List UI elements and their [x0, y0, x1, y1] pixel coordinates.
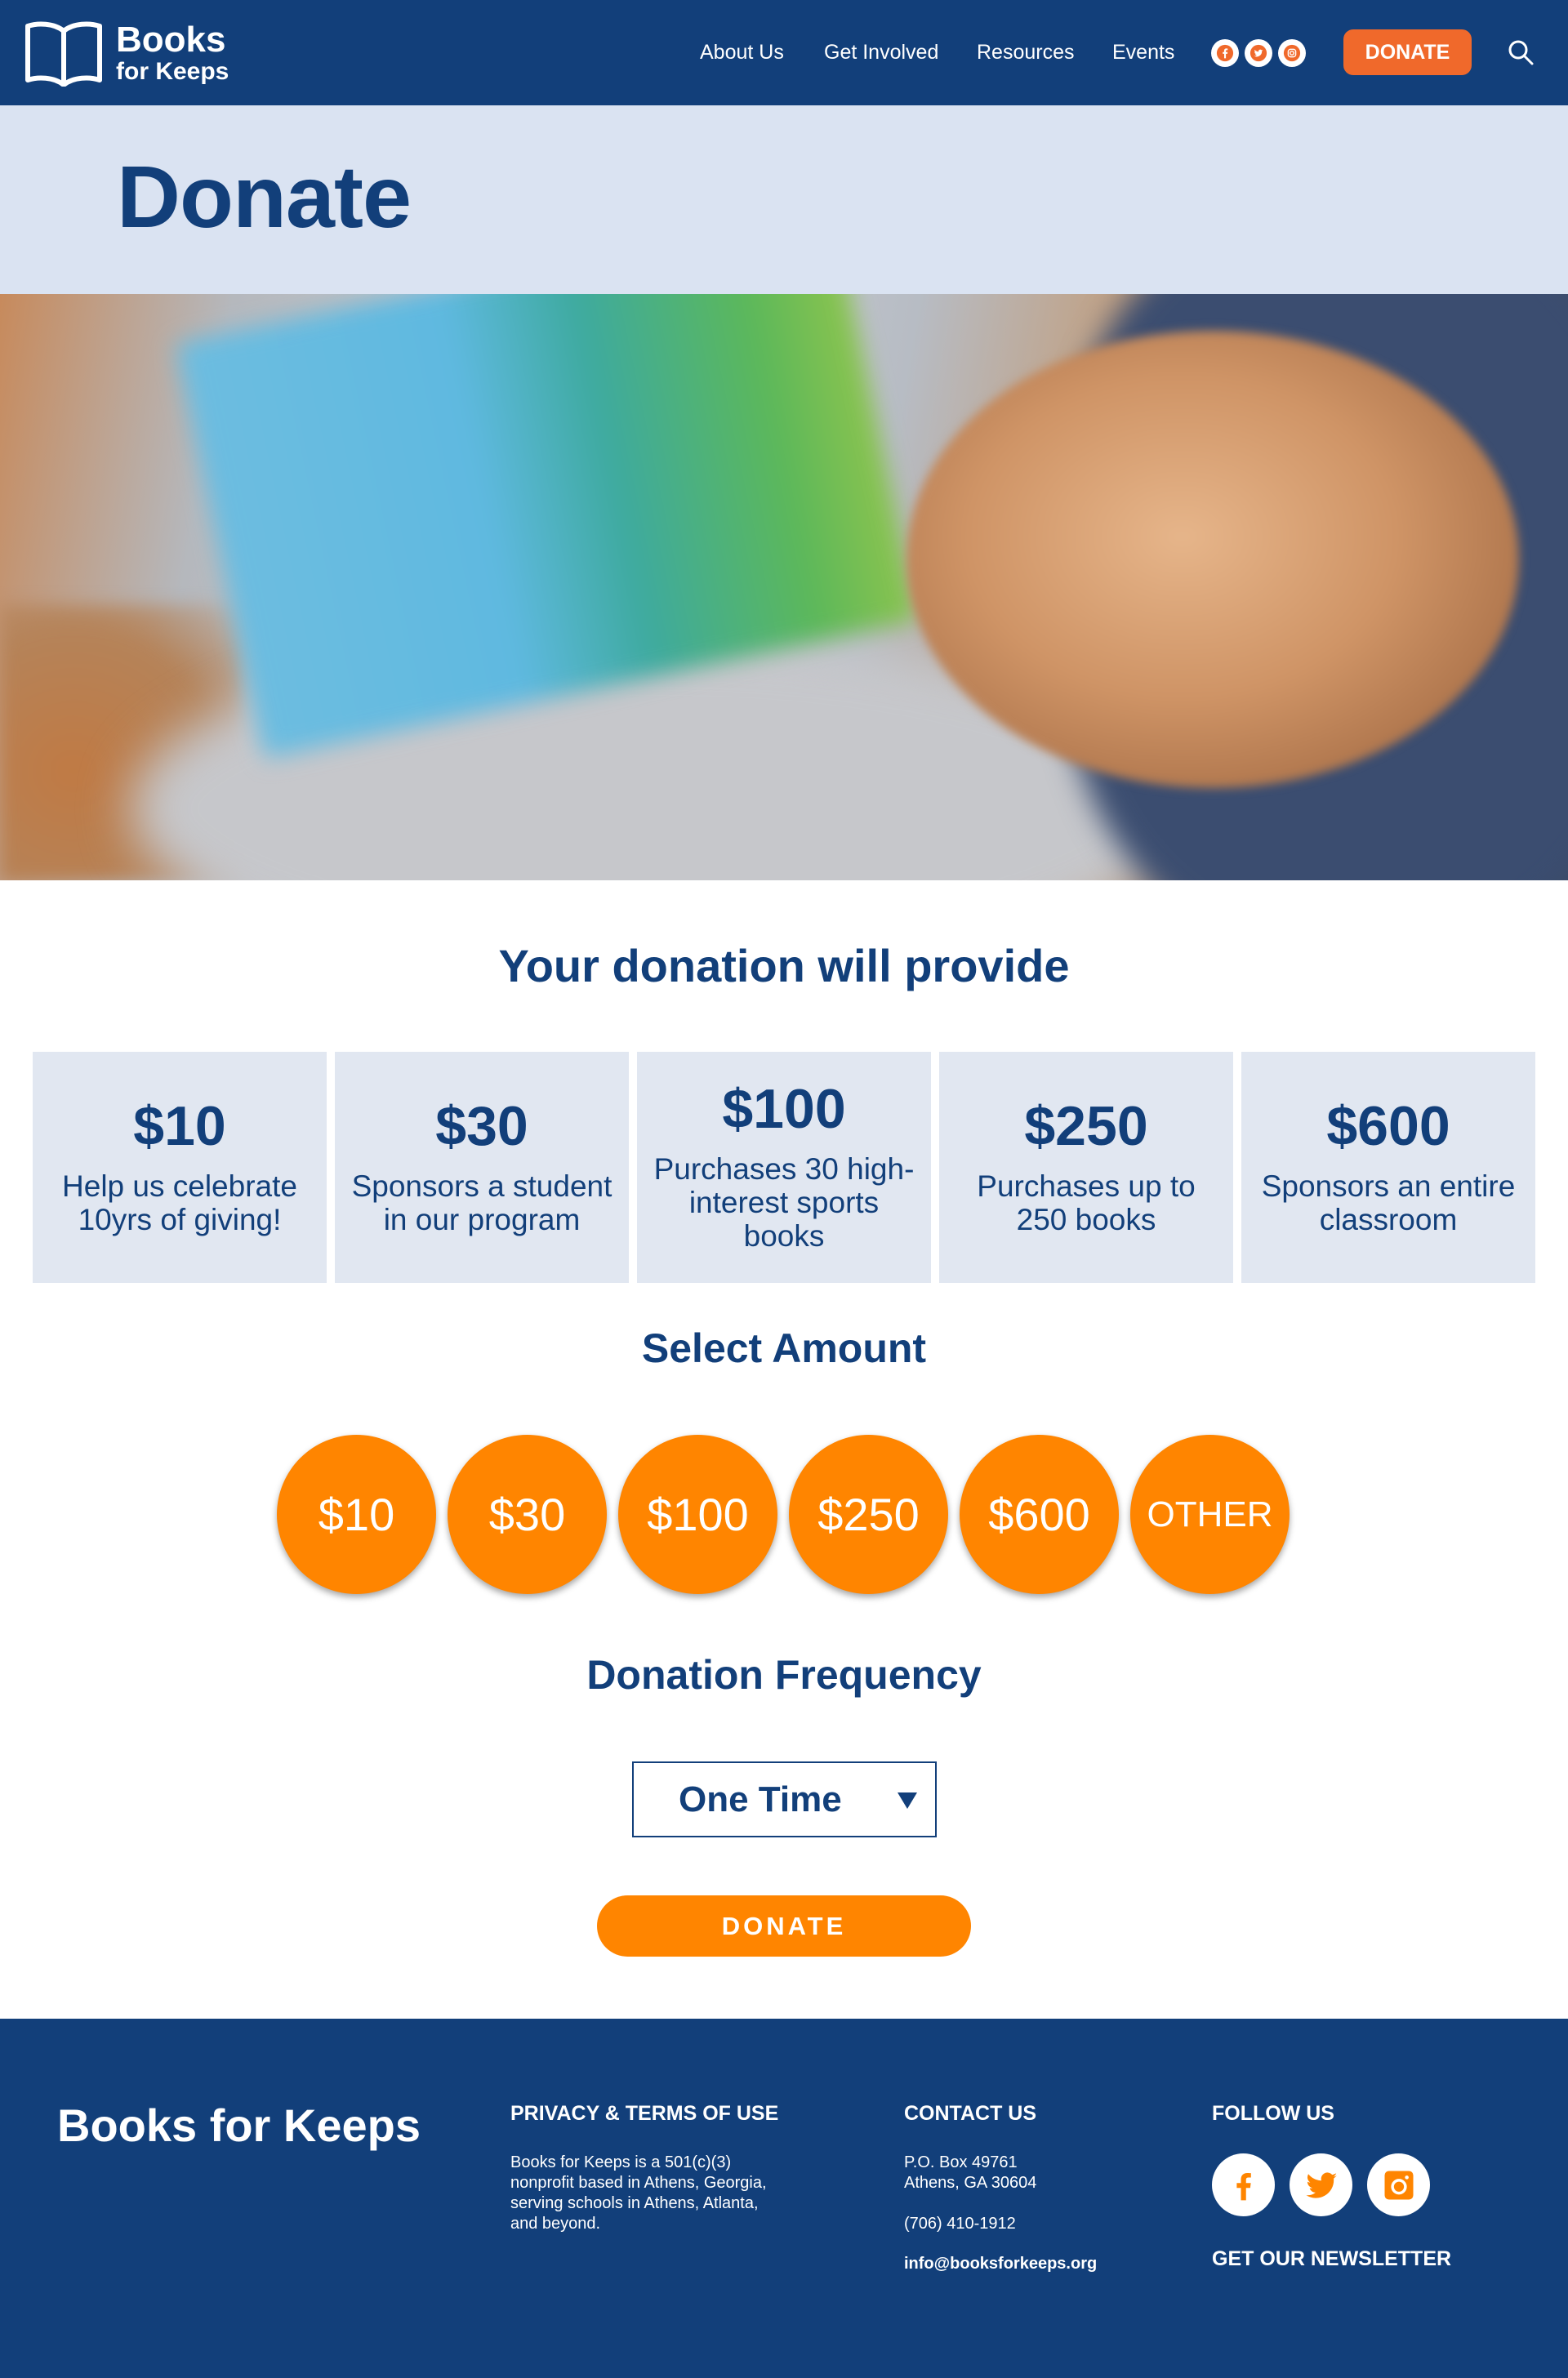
- nav-about-us[interactable]: About Us: [700, 41, 784, 65]
- footer-privacy-heading[interactable]: PRIVACY & TERMS OF USE: [510, 2102, 778, 2126]
- nav-resources[interactable]: Resources: [977, 41, 1075, 65]
- hero-child-head: [906, 331, 1519, 788]
- facebook-icon[interactable]: [1212, 2153, 1275, 2216]
- twitter-icon[interactable]: [1290, 2153, 1352, 2216]
- impact-description: Purchases 30 high-interest sports books: [653, 1152, 915, 1253]
- amount-option-600[interactable]: $600: [960, 1435, 1119, 1594]
- logo-line-2: for Keeps: [116, 58, 229, 85]
- footer-about-line: nonprofit based in Athens, Georgia,: [510, 2174, 767, 2192]
- footer-about-line: Books for Keeps is a 501(c)(3): [510, 2153, 732, 2171]
- impact-description: Sponsors a student in our program: [351, 1169, 612, 1236]
- nav-events[interactable]: Events: [1112, 41, 1174, 65]
- impact-amount: $100: [722, 1078, 846, 1141]
- footer-newsletter-link[interactable]: GET OUR NEWSLETTER: [1212, 2247, 1451, 2271]
- instagram-icon[interactable]: [1367, 2153, 1430, 2216]
- impact-description: Sponsors an entire classroom: [1261, 1169, 1516, 1236]
- footer-social-links: [1212, 2153, 1430, 2216]
- frequency-select[interactable]: One Time: [632, 1761, 937, 1837]
- footer-brand[interactable]: Books for Keeps: [57, 2099, 421, 2152]
- impact-card: $600 Sponsors an entire classroom: [1241, 1052, 1535, 1283]
- impact-card: $250 Purchases up to 250 books: [939, 1052, 1233, 1283]
- impact-amount: $10: [133, 1094, 226, 1157]
- amount-option-250[interactable]: $250: [789, 1435, 948, 1594]
- logo-text: Books for Keeps: [116, 22, 229, 84]
- amount-option-100[interactable]: $100: [618, 1435, 777, 1594]
- logo-line-1: Books: [116, 20, 226, 60]
- footer-email[interactable]: info@booksforkeeps.org: [904, 2254, 1097, 2274]
- footer-phone[interactable]: (706) 410-1912: [904, 2214, 1016, 2234]
- hero-image-child-reading: [0, 294, 1568, 880]
- site-logo[interactable]: Books for Keeps: [23, 20, 229, 87]
- header-donate-button[interactable]: DONATE: [1343, 29, 1472, 75]
- site-header: Books for Keeps About Us Get Involved Re…: [0, 0, 1568, 105]
- impact-card: $100 Purchases 30 high-interest sports b…: [637, 1052, 931, 1283]
- footer-follow-heading: FOLLOW US: [1212, 2102, 1334, 2125]
- impact-description: Purchases up to 250 books: [977, 1169, 1196, 1236]
- open-book-icon: [25, 21, 102, 87]
- footer-about-line: and beyond.: [510, 2215, 601, 2233]
- amount-option-other[interactable]: OTHER: [1130, 1435, 1290, 1594]
- footer-address: P.O. Box 49761 Athens, GA 30604: [904, 2153, 1036, 2193]
- footer-about-text: Books for Keeps is a 501(c)(3) nonprofit…: [510, 2153, 767, 2234]
- page-title: Donate: [117, 147, 412, 246]
- footer-address-line: P.O. Box 49761: [904, 2153, 1018, 2171]
- nav-get-involved[interactable]: Get Involved: [824, 41, 938, 65]
- footer-contact-heading: CONTACT US: [904, 2102, 1037, 2125]
- impact-amount: $600: [1326, 1094, 1450, 1157]
- amount-options: $10 $30 $100 $250 $600 OTHER: [277, 1435, 1290, 1594]
- site-footer: Books for Keeps PRIVACY & TERMS OF USE B…: [0, 2019, 1568, 2378]
- page-title-band: Donate: [0, 105, 1568, 294]
- donation-impact-cards: $10 Help us celebrate 10yrs of giving! $…: [33, 1052, 1535, 1283]
- frequency-selected-value: One Time: [679, 1779, 842, 1819]
- instagram-icon[interactable]: [1278, 39, 1306, 67]
- impact-amount: $250: [1024, 1094, 1148, 1157]
- footer-about-line: serving schools in Athens, Atlanta,: [510, 2194, 759, 2212]
- impact-card: $30 Sponsors a student in our program: [335, 1052, 629, 1283]
- facebook-icon[interactable]: [1211, 39, 1239, 67]
- dropdown-arrow-icon: [898, 1792, 917, 1809]
- impact-card: $10 Help us celebrate 10yrs of giving!: [33, 1052, 327, 1283]
- amount-option-10[interactable]: $10: [277, 1435, 436, 1594]
- provide-heading: Your donation will provide: [498, 940, 1070, 991]
- footer-address-line: Athens, GA 30604: [904, 2174, 1037, 2192]
- header-social-links: [1211, 39, 1306, 67]
- donate-submit-button[interactable]: DONATE: [597, 1895, 971, 1957]
- twitter-icon[interactable]: [1245, 39, 1272, 67]
- impact-description: Help us celebrate 10yrs of giving!: [62, 1169, 297, 1236]
- search-icon[interactable]: [1507, 38, 1535, 66]
- frequency-heading: Donation Frequency: [586, 1652, 982, 1698]
- amount-option-30[interactable]: $30: [448, 1435, 607, 1594]
- select-amount-heading: Select Amount: [641, 1325, 927, 1371]
- impact-amount: $30: [435, 1094, 528, 1157]
